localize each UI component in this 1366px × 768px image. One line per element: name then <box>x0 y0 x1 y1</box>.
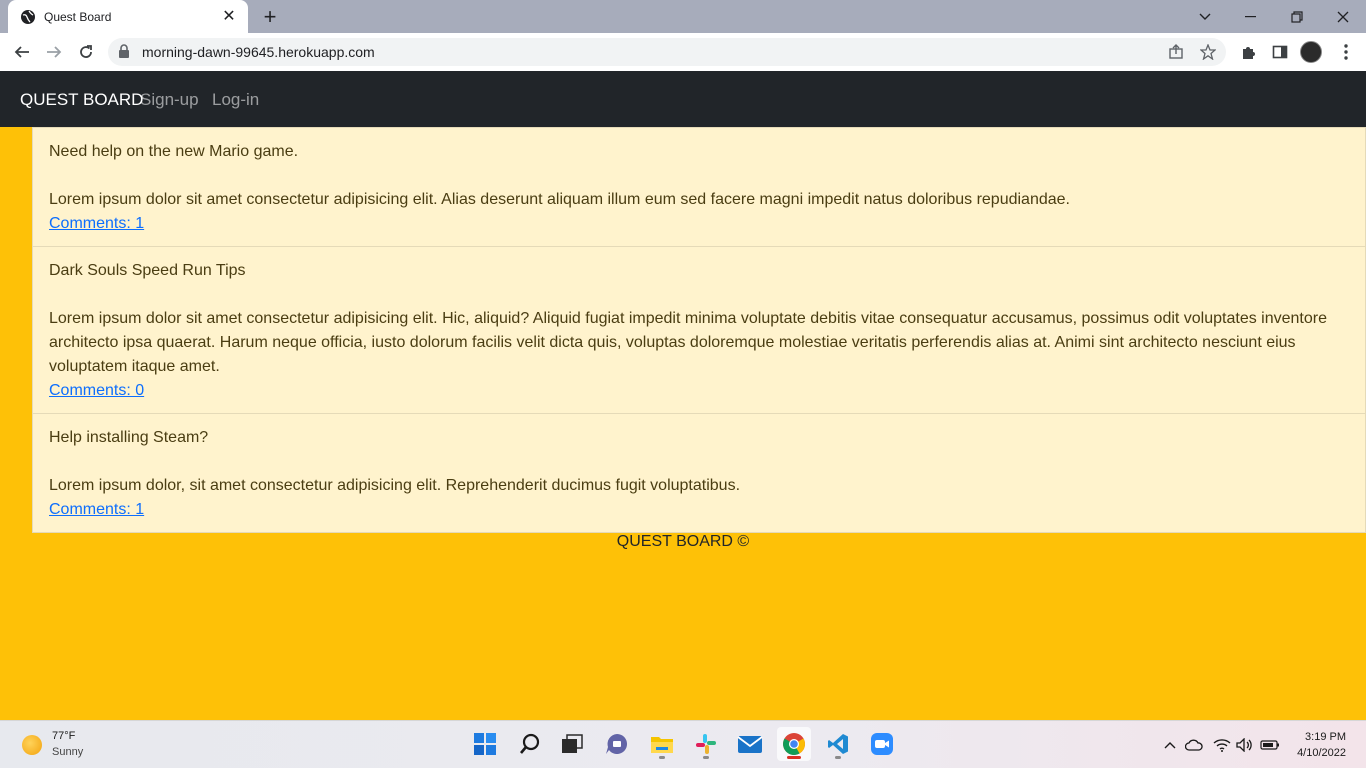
running-indicator <box>835 756 841 759</box>
slack-icon[interactable] <box>689 727 723 761</box>
globe-icon <box>20 9 36 25</box>
wifi-icon[interactable] <box>1212 735 1232 755</box>
running-indicator <box>703 756 709 759</box>
weather-condition[interactable]: Sunny <box>52 746 83 758</box>
address-bar[interactable]: morning-dawn-99645.herokuapp.com <box>108 38 1226 66</box>
site-footer: QUEST BOARD © <box>616 533 750 550</box>
quest-item: Dark Souls Speed Run Tips Lorem ipsum do… <box>32 247 1366 414</box>
bookmark-star-icon[interactable] <box>1198 42 1218 62</box>
chrome-menu-icon[interactable] <box>1332 38 1360 66</box>
show-hidden-icons-icon[interactable] <box>1160 735 1180 755</box>
weather-temperature[interactable]: 77°F <box>52 730 75 742</box>
quest-body: Lorem ipsum dolor sit amet consectetur a… <box>49 310 1327 375</box>
sun-weather-icon[interactable] <box>22 735 42 755</box>
browser-tab[interactable]: Quest Board ✕ <box>8 0 248 33</box>
forward-icon[interactable] <box>40 38 68 66</box>
mail-icon[interactable] <box>733 727 767 761</box>
running-indicator <box>659 756 665 759</box>
quest-body: Lorem ipsum dolor, sit amet consectetur … <box>49 477 741 494</box>
task-view-icon[interactable] <box>555 727 589 761</box>
restore-icon[interactable] <box>1274 0 1320 33</box>
clock-date: 4/10/2022 <box>1297 747 1346 759</box>
quest-title: Help installing Steam? <box>49 429 209 446</box>
battery-icon[interactable] <box>1260 735 1280 755</box>
chrome-icon[interactable] <box>777 727 811 761</box>
tab-search-icon[interactable] <box>1182 0 1228 33</box>
active-indicator <box>787 756 801 759</box>
comments-link[interactable]: Comments: 1 <box>49 212 144 236</box>
lock-icon[interactable] <box>118 44 130 63</box>
comments-link[interactable]: Comments: 1 <box>49 498 144 522</box>
system-clock[interactable]: 3:19 PM 4/10/2022 <box>1297 729 1346 761</box>
tab-title: Quest Board <box>44 9 112 24</box>
volume-icon[interactable] <box>1235 735 1255 755</box>
windows-taskbar: 77°F Sunny 3:19 PM 4/10/2022 <box>0 720 1366 768</box>
tab-close-icon[interactable]: ✕ <box>220 8 238 25</box>
minimize-icon[interactable] <box>1228 0 1274 33</box>
window-close-icon[interactable] <box>1320 0 1366 33</box>
search-icon[interactable] <box>513 727 547 761</box>
quest-list: Need help on the new Mario game. Lorem i… <box>32 127 1366 533</box>
site-navbar: QUEST BOARD Sign-up Log-in <box>0 71 1366 127</box>
vscode-icon[interactable] <box>821 727 855 761</box>
browser-toolbar: morning-dawn-99645.herokuapp.com <box>0 33 1366 71</box>
quest-item: Help installing Steam? Lorem ipsum dolor… <box>32 414 1366 533</box>
quest-title: Need help on the new Mario game. <box>49 143 299 160</box>
zoom-icon[interactable] <box>865 727 899 761</box>
extensions-icon[interactable] <box>1234 38 1262 66</box>
new-tab-icon[interactable]: + <box>257 4 283 30</box>
teams-chat-icon[interactable] <box>600 727 634 761</box>
comments-link[interactable]: Comments: 0 <box>49 379 144 403</box>
onedrive-icon[interactable] <box>1184 735 1204 755</box>
share-icon[interactable] <box>1166 42 1186 62</box>
file-explorer-icon[interactable] <box>645 727 679 761</box>
reload-icon[interactable] <box>72 38 100 66</box>
navbar-brand[interactable]: QUEST BOARD <box>20 90 143 110</box>
quest-item: Need help on the new Mario game. Lorem i… <box>32 127 1366 247</box>
profile-avatar[interactable] <box>1300 41 1322 63</box>
side-panel-icon[interactable] <box>1266 38 1294 66</box>
windows-start-icon[interactable] <box>468 727 502 761</box>
url-text: morning-dawn-99645.herokuapp.com <box>142 44 375 60</box>
clock-time: 3:19 PM <box>1305 731 1346 743</box>
nav-link-login[interactable]: Log-in <box>212 90 259 110</box>
quest-body: Lorem ipsum dolor sit amet consectetur a… <box>49 191 1070 208</box>
nav-link-signup[interactable]: Sign-up <box>140 90 199 110</box>
quest-title: Dark Souls Speed Run Tips <box>49 262 246 279</box>
back-icon[interactable] <box>8 38 36 66</box>
browser-tab-strip: Quest Board ✕ + <box>0 0 1366 33</box>
